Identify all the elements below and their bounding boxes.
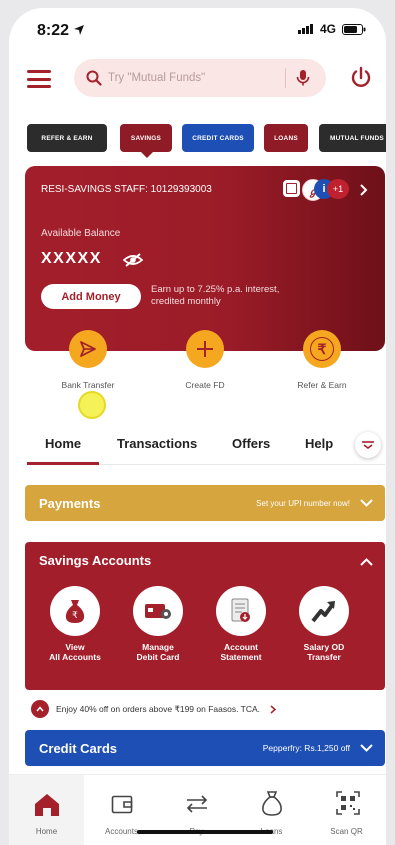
credit-cards-title: Credit Cards <box>39 740 118 756</box>
chevron-up-icon[interactable] <box>360 558 373 566</box>
pill-loans[interactable]: LOANS <box>264 124 308 152</box>
sa-item-label: Manage Debit Card <box>136 642 180 662</box>
account-number: RESI-SAVINGS STAFF: 10129393003 <box>41 184 212 195</box>
nav-label: Scan QR <box>330 827 363 836</box>
earn-interest-text: Earn up to 7.25% p.a. interest, credited… <box>151 284 279 308</box>
trend-arrow-icon <box>299 586 349 636</box>
quick-action-label: Refer & Earn <box>297 380 347 390</box>
tab-active-underline <box>27 462 99 465</box>
nav-accounts[interactable]: Accounts <box>84 775 159 845</box>
chevron-down-icon[interactable] <box>360 499 373 507</box>
qr-code-icon <box>336 791 360 815</box>
card-icons: ℊ i +1 <box>283 178 349 201</box>
quick-action-bank-transfer[interactable]: Bank Transfer <box>43 330 133 390</box>
search-bar[interactable]: Try "Mutual Funds" <box>74 59 326 97</box>
nav-home[interactable]: Home <box>9 775 84 845</box>
tabs-more-icon[interactable] <box>355 432 381 458</box>
offer-text: Enjoy 40% off on orders above ₹199 on Fa… <box>56 703 261 714</box>
send-icon <box>69 330 107 368</box>
offer-icon <box>31 700 49 718</box>
battery-icon <box>342 23 366 35</box>
bottom-nav: Home Accounts Pay Loans Scan QR <box>9 774 386 845</box>
statement-badge-icon[interactable] <box>283 180 300 197</box>
tab-offers[interactable]: Offers <box>232 436 270 451</box>
quick-action-label: Bank Transfer <box>61 380 115 390</box>
nav-loans[interactable]: Loans <box>234 775 309 845</box>
eye-hidden-icon[interactable] <box>123 253 143 267</box>
payments-section-header[interactable]: Payments Set your UPI number now! <box>25 485 385 521</box>
view-all-accounts-button[interactable]: ₹ View All Accounts <box>35 586 115 662</box>
sa-item-label: View All Accounts <box>49 642 101 662</box>
account-statement-button[interactable]: Account Statement <box>201 586 281 662</box>
sa-item-label: Account Statement <box>220 642 262 662</box>
savings-accounts-section: Savings Accounts ₹ View All Accounts Mana… <box>25 542 385 690</box>
add-money-button[interactable]: Add Money <box>41 284 141 309</box>
quick-action-refer-earn[interactable]: ₹ Refer & Earn <box>277 330 367 390</box>
chevron-right-icon[interactable] <box>270 704 277 714</box>
home-icon <box>35 794 59 816</box>
available-balance-label: Available Balance <box>41 228 121 239</box>
earn-line-1: Earn up to 7.25% p.a. interest, <box>151 284 280 295</box>
menu-icon[interactable] <box>27 70 51 88</box>
network-label: 4G <box>319 22 336 36</box>
earn-line-2: credited monthly <box>151 296 221 307</box>
salary-od-transfer-button[interactable]: Salary OD Transfer <box>284 586 364 662</box>
home-indicator <box>137 830 273 834</box>
rupee-icon: ₹ <box>303 330 341 368</box>
tab-help[interactable]: Help <box>305 436 333 451</box>
chevron-right-icon[interactable] <box>359 184 368 196</box>
plus-icon <box>186 330 224 368</box>
savings-account-card[interactable]: RESI-SAVINGS STAFF: 10129393003 ℊ i +1 A… <box>25 166 385 351</box>
money-bag-outline-icon <box>262 791 282 816</box>
upi-cta-link[interactable]: Set your UPI number now! <box>256 499 350 508</box>
search-input[interactable]: Try "Mutual Funds" <box>108 72 285 84</box>
tab-home[interactable]: Home <box>45 436 81 451</box>
power-icon[interactable] <box>349 66 373 90</box>
svg-text:₹: ₹ <box>72 611 78 621</box>
pill-savings-pointer <box>141 152 153 158</box>
pill-credit-cards[interactable]: CREDIT CARDS <box>182 124 254 152</box>
transfer-arrows-icon <box>186 795 208 813</box>
main-tabs: Home Transactions Offers Help <box>27 432 385 465</box>
debit-card-icon <box>133 586 183 636</box>
pill-savings[interactable]: SAVINGS <box>120 124 172 152</box>
credit-cards-section-header[interactable]: Credit Cards Pepperfry: Rs.1,250 off <box>25 730 385 766</box>
quick-action-label: Create FD <box>185 380 225 390</box>
offer-strip[interactable]: Enjoy 40% off on orders above ₹199 on Fa… <box>31 700 277 718</box>
location-arrow-icon <box>74 25 85 35</box>
nav-label: Home <box>35 827 58 836</box>
quick-action-create-fd[interactable]: Create FD <box>160 330 250 390</box>
savings-accounts-title: Savings Accounts <box>39 553 152 568</box>
pill-refer-earn[interactable]: REFER & EARN <box>27 124 107 152</box>
search-icon <box>86 70 102 86</box>
microphone-icon[interactable] <box>296 69 310 87</box>
tab-transactions[interactable]: Transactions <box>117 436 197 451</box>
wallet-icon <box>111 795 133 814</box>
sa-item-label: Salary OD Transfer <box>303 642 345 662</box>
payments-title: Payments <box>39 495 101 511</box>
pill-mutual-funds[interactable]: MUTUAL FUNDS <box>319 124 386 152</box>
phone-screen: 8:22 4G Try "Mutual Funds" REFER & EARN … <box>9 8 386 845</box>
manage-debit-card-button[interactable]: Manage Debit Card <box>118 586 198 662</box>
nav-pay[interactable]: Pay <box>159 775 234 845</box>
nav-scan-qr[interactable]: Scan QR <box>309 775 384 845</box>
product-pills: REFER & EARN SAVINGS CREDIT CARDS LOANS … <box>9 124 386 158</box>
status-right: 4G <box>297 22 366 36</box>
signal-icon <box>297 24 313 34</box>
statement-icon <box>216 586 266 636</box>
status-time: 8:22 <box>37 22 85 40</box>
chevron-down-icon[interactable] <box>360 744 373 752</box>
search-divider <box>285 68 286 88</box>
more-count-badge[interactable]: +1 <box>327 179 349 199</box>
money-bag-icon: ₹ <box>50 586 100 636</box>
balance-value: XXXXX <box>41 250 102 267</box>
pepperfry-offer-link[interactable]: Pepperfry: Rs.1,250 off <box>263 743 350 753</box>
touch-indicator <box>78 391 106 419</box>
